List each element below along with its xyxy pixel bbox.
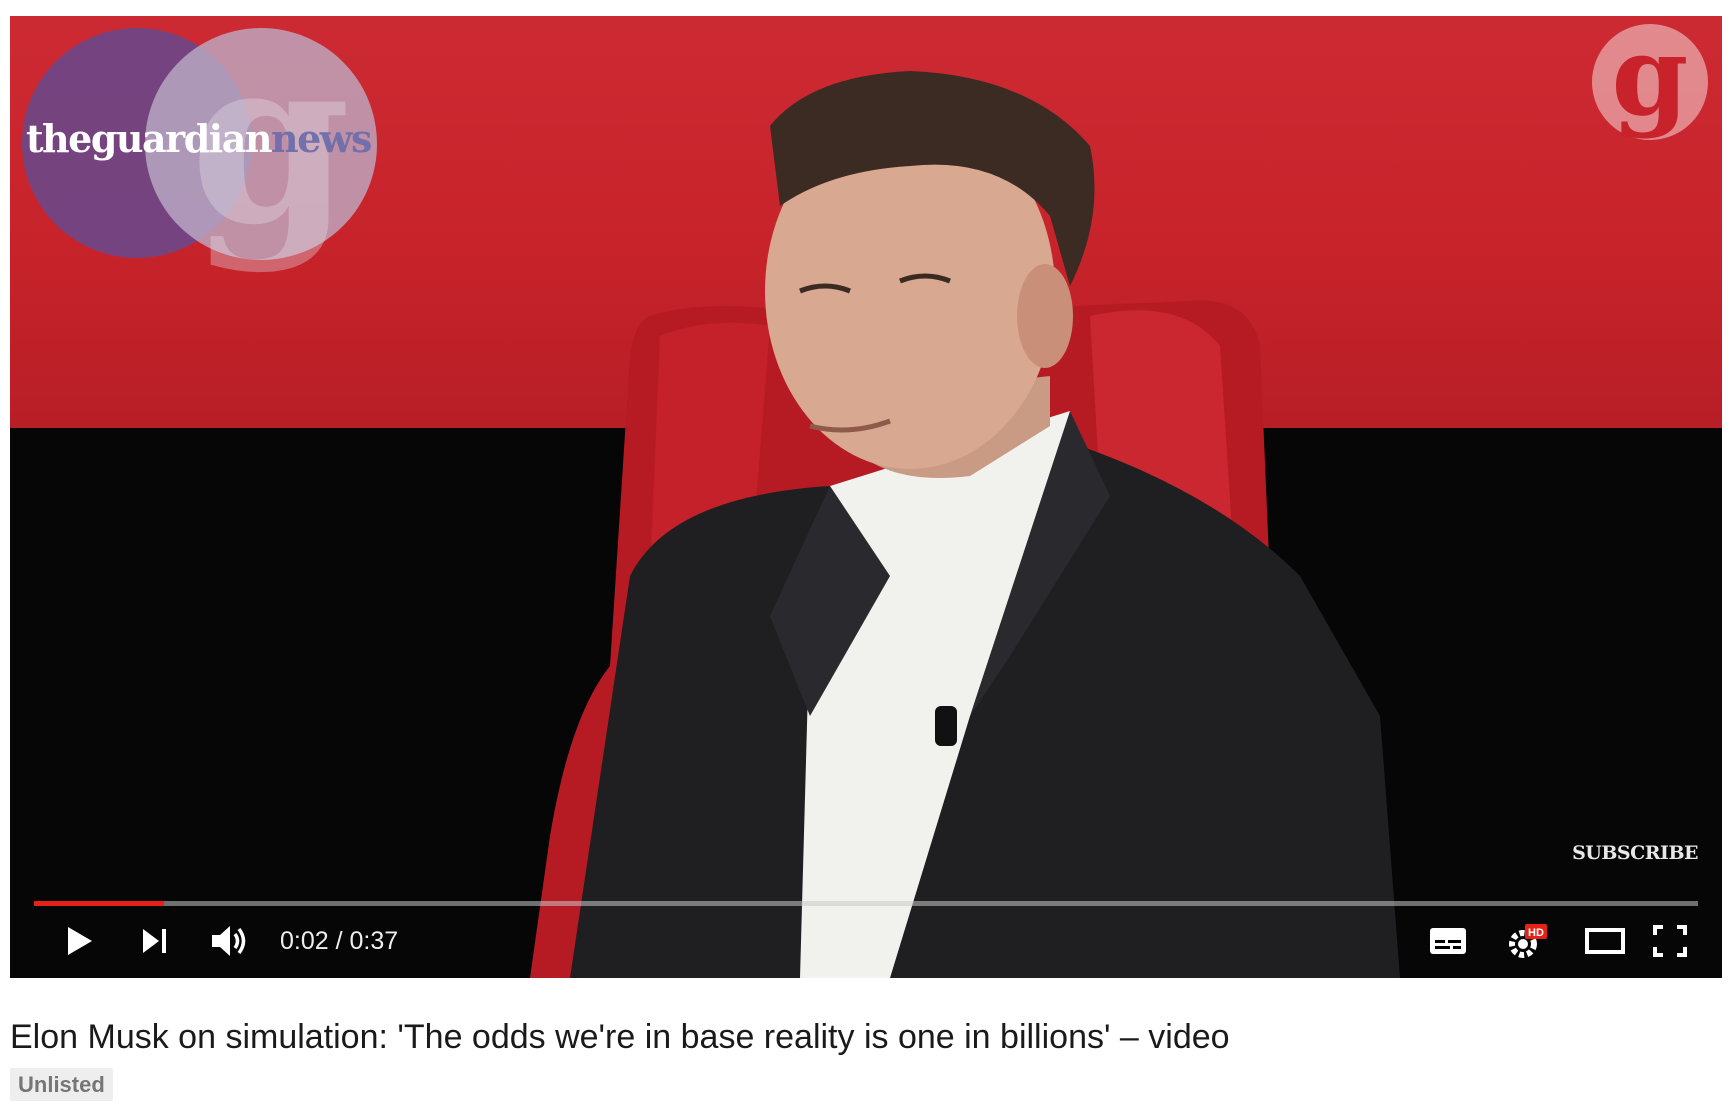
subscribe-button[interactable]: SUBSCRIBE bbox=[1572, 842, 1698, 864]
time-separator: / bbox=[328, 927, 350, 955]
theater-mode-button[interactable] bbox=[1570, 911, 1640, 971]
lapel-mic bbox=[935, 706, 957, 746]
volume-icon bbox=[212, 926, 246, 956]
logo-text-guardian: theguardian bbox=[26, 116, 272, 161]
play-button[interactable] bbox=[50, 911, 110, 971]
channel-watermark-icon[interactable]: g bbox=[1592, 21, 1708, 140]
progress-bar[interactable] bbox=[34, 901, 1698, 906]
fullscreen-button[interactable] bbox=[1640, 911, 1700, 971]
hd-badge: HD bbox=[1528, 927, 1544, 939]
theater-mode-icon bbox=[1585, 928, 1625, 954]
fullscreen-icon bbox=[1653, 925, 1687, 957]
video-player[interactable]: g theguardiannews g SUBSCRIBE 0:02 / 0:3… bbox=[10, 16, 1722, 978]
visibility-badge: Unlisted bbox=[10, 1068, 113, 1101]
captions-icon bbox=[1430, 928, 1466, 954]
volume-button[interactable] bbox=[200, 911, 260, 971]
settings-button[interactable]: HD bbox=[1492, 911, 1562, 971]
play-icon bbox=[68, 927, 92, 955]
time-current: 0:02 bbox=[280, 927, 329, 955]
channel-logo[interactable]: theguardiannews bbox=[26, 116, 372, 161]
next-icon bbox=[143, 929, 166, 953]
captions-button[interactable] bbox=[1418, 911, 1478, 971]
progress-played bbox=[34, 901, 164, 906]
next-button[interactable] bbox=[125, 911, 185, 971]
video-title: Elon Musk on simulation: 'The odds we're… bbox=[10, 1018, 1230, 1056]
logo-text-news: news bbox=[270, 116, 372, 161]
player-controls: 0:02 / 0:37 HD bbox=[10, 911, 1722, 971]
settings-icon: HD bbox=[1509, 924, 1547, 958]
time-display: 0:02 / 0:37 bbox=[280, 911, 398, 971]
time-total: 0:37 bbox=[349, 927, 399, 955]
